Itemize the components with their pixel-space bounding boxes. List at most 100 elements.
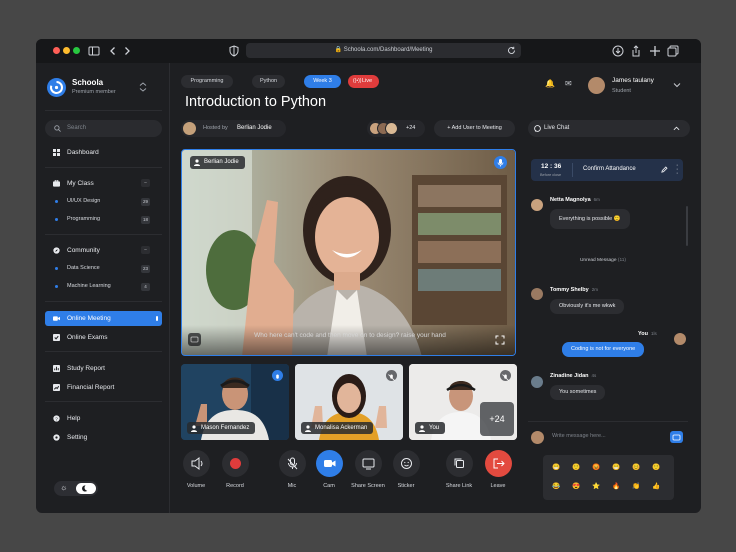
participant-name: Mason Fernandez (201, 425, 250, 431)
help-icon: ? (53, 415, 60, 422)
community-item-machine-learning[interactable]: Machine Learning 4 (45, 280, 162, 293)
class-item-uiux[interactable]: UI/UX Design 29 (45, 195, 162, 208)
mail-icon[interactable]: ✉ (565, 79, 572, 88)
chevron-down-icon[interactable] (673, 82, 681, 88)
divider (572, 163, 573, 177)
edit-icon[interactable] (661, 166, 668, 173)
share-screen-button[interactable] (355, 450, 382, 477)
new-tab-icon[interactable] (649, 45, 661, 57)
live-chat-header[interactable]: Live Chat (528, 120, 690, 137)
emoji-option[interactable]: 🙂 (651, 463, 661, 471)
theme-toggle[interactable]: ☼ (54, 481, 98, 496)
record-button[interactable] (222, 450, 249, 477)
confirm-attendance-button[interactable]: Confirm Attandance (583, 166, 636, 172)
nav-my-class[interactable]: My Class – (45, 176, 162, 191)
participants-chip[interactable]: +24 (367, 120, 425, 137)
message-input[interactable]: Write message here... (552, 433, 662, 439)
more-options-icon[interactable]: · · · (676, 162, 678, 177)
exam-icon (53, 334, 60, 341)
nav-help[interactable]: ? Help (45, 411, 162, 426)
participant-tile-monalisa[interactable]: Monalisa Ackerman (295, 364, 403, 440)
host-chip: Hosted by Berlian Jodie (181, 120, 286, 137)
volume-button[interactable] (183, 450, 210, 477)
add-user-button[interactable]: + Add User to Meeting (434, 120, 515, 137)
compass-icon (53, 247, 60, 254)
count-badge: 29 (141, 198, 150, 206)
emoji-option[interactable]: ⭐ (591, 482, 601, 490)
chevron-up-icon (673, 126, 680, 131)
nav-community[interactable]: Community – (45, 243, 162, 258)
main-video[interactable]: Berlian Jodie Who here can't code and th… (181, 149, 516, 356)
nav-my-class-label: My Class (67, 180, 94, 187)
collapse-icon[interactable]: – (141, 179, 150, 187)
tag-python[interactable]: Python (252, 75, 285, 88)
nav-financial-report-label: Financial Report (67, 384, 115, 391)
leave-button[interactable] (485, 450, 512, 477)
participant-label: You (415, 422, 446, 434)
mic-on-icon[interactable] (494, 156, 507, 169)
cam-button[interactable] (316, 450, 343, 477)
send-button[interactable] (670, 431, 683, 443)
emoji-option[interactable]: 😊 (631, 463, 641, 471)
nav-dashboard[interactable]: Dashboard (45, 145, 162, 160)
emoji-icon: 🙂 (613, 216, 621, 222)
chat-scrollbar[interactable] (686, 206, 688, 246)
emoji-option[interactable]: 😡 (591, 463, 601, 471)
shield-icon (229, 45, 239, 57)
mic-off-icon (287, 457, 298, 470)
class-item-programming[interactable]: Programming 18 (45, 213, 162, 226)
nav-setting[interactable]: Setting (45, 430, 162, 445)
emoji-option[interactable]: 😂 (551, 482, 561, 490)
composer-avatar (531, 431, 544, 444)
more-participants-button[interactable]: +24 (480, 402, 514, 436)
sidebar-toggle-icon[interactable] (88, 45, 100, 57)
mic-button[interactable] (279, 450, 306, 477)
participant-tile-you[interactable]: You +24 (409, 364, 517, 440)
emoji-option[interactable]: 😁 (551, 463, 561, 471)
forward-icon[interactable] (121, 45, 133, 57)
nav-study-report[interactable]: Study Report (45, 361, 162, 376)
download-icon[interactable] (612, 45, 624, 57)
sender-name: Netta Magnolya (550, 197, 591, 203)
emoji-option[interactable]: 😍 (571, 482, 581, 490)
unread-divider: Unread Message (11) (528, 258, 678, 263)
schoola-logo (47, 78, 66, 97)
back-icon[interactable] (107, 45, 119, 57)
caption-toggle-icon[interactable] (188, 333, 201, 346)
community-item-data-science[interactable]: Data Science 23 (45, 262, 162, 275)
sidebar: Schoola Premium member Search Dashboard … (36, 63, 170, 513)
sticker-button[interactable] (393, 450, 420, 477)
nav-financial-report[interactable]: Financial Report (45, 380, 162, 395)
bell-icon[interactable]: 🔔 (545, 79, 555, 88)
account-switch-icon[interactable] (139, 81, 147, 93)
emoji-option[interactable]: 🔥 (611, 482, 621, 490)
emoji-option[interactable]: 👍 (651, 482, 661, 490)
message-time: 1ls (650, 331, 657, 336)
sender-name: Zinadine Jidan (550, 373, 589, 379)
divider (45, 401, 162, 402)
tabs-overview-icon[interactable] (667, 45, 679, 57)
emoji-option[interactable]: 🙂 (571, 463, 581, 471)
minimize-window-button[interactable] (63, 47, 70, 54)
maximize-window-button[interactable] (73, 47, 80, 54)
address-bar[interactable]: 🔒 Schoola.com/Dashboard/Meeting (246, 43, 521, 58)
participant-avatar (385, 122, 398, 135)
user-avatar[interactable] (588, 77, 605, 94)
leave-label: Leave (490, 483, 506, 489)
nav-online-meeting[interactable]: Online Meeting (45, 311, 162, 326)
reload-icon[interactable] (507, 46, 516, 55)
close-window-button[interactable] (53, 47, 60, 54)
share-link-button[interactable] (446, 450, 473, 477)
share-icon[interactable] (630, 45, 642, 57)
participant-tile-mason[interactable]: Mason Fernandez (181, 364, 289, 440)
nav-online-exams[interactable]: Online Exams (45, 330, 162, 345)
mic-muted-icon (386, 370, 397, 381)
search-input[interactable]: Search (45, 120, 162, 137)
user-icon (305, 424, 311, 432)
emoji-option[interactable]: 👏 (631, 482, 641, 490)
fullscreen-icon[interactable] (495, 335, 505, 345)
tag-programming[interactable]: Programming (181, 75, 233, 88)
emoji-option[interactable]: 😁 (611, 463, 621, 471)
screen-icon (362, 458, 375, 470)
collapse-icon[interactable]: – (141, 246, 150, 254)
